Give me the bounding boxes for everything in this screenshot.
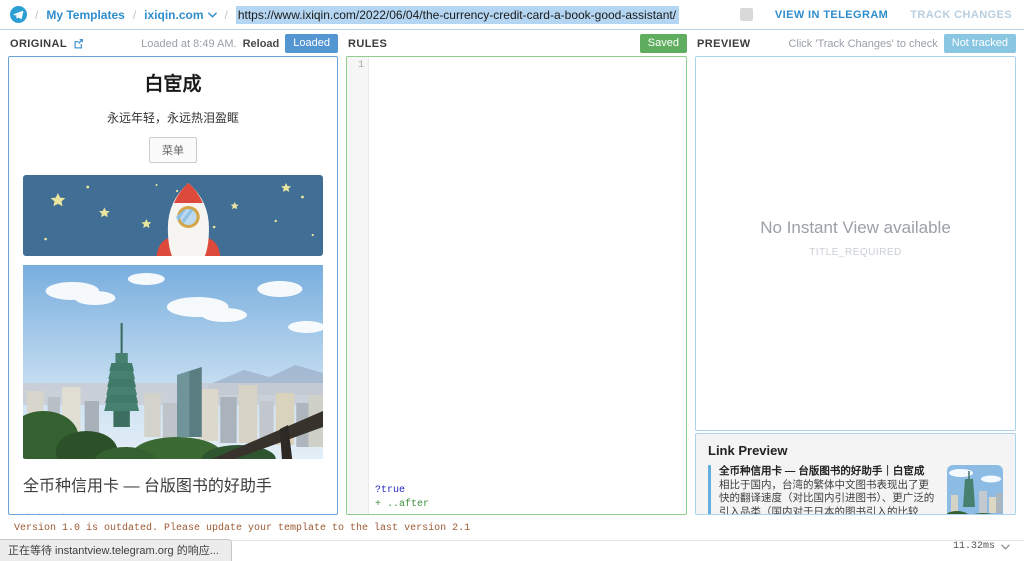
breadcrumb-separator: / bbox=[35, 8, 38, 22]
loaded-badge: Loaded bbox=[285, 34, 338, 53]
preview-title: PREVIEW bbox=[697, 38, 751, 50]
rules-editor-panel: 1 ?true + ..after bbox=[346, 56, 687, 515]
timing-indicator[interactable]: 11.32ms bbox=[953, 541, 1010, 552]
browser-status-tooltip: 正在等待 instantview.telegram.org 的响应... bbox=[0, 539, 232, 561]
chevron-down-icon bbox=[208, 12, 217, 18]
link-preview-card: 全币种信用卡 — 台版图书的好助手｜白宦成 相比于国内，台湾的繁体中文图书表现出… bbox=[708, 465, 1003, 515]
rules-column: RULES Saved 1 ?true + ..after bbox=[346, 34, 687, 515]
empty-state: No Instant View available TITLE_REQUIRED bbox=[696, 57, 1015, 430]
editor-gutter: 1 bbox=[347, 57, 369, 514]
link-preview-heading: Link Preview bbox=[708, 443, 1003, 458]
template-domain-dropdown[interactable]: ixiqin.com bbox=[144, 8, 216, 22]
glass-tower bbox=[177, 367, 202, 437]
preview-column: PREVIEW Click 'Track Changes' to check N… bbox=[695, 34, 1016, 515]
link-preview-card-excerpt: 相比于国内，台湾的繁体中文图书表现出了更快的翻译速度（对比国内引进图书）、更广泛… bbox=[719, 479, 937, 515]
original-webpage-panel[interactable]: 白宦成 永远年轻，永远热泪盈眶 菜单 bbox=[8, 56, 338, 515]
editor-layout: ORIGINAL Loaded at 8:49 AM. Reload Loade… bbox=[0, 30, 1024, 515]
top-toolbar: / My Templates / ixiqin.com / https://ww… bbox=[0, 0, 1024, 30]
breadcrumb-separator: / bbox=[225, 8, 228, 22]
link-thumbnail-image bbox=[947, 465, 1003, 515]
timing-value: 11.32ms bbox=[953, 541, 995, 552]
url-input[interactable]: https://www.ixiqin.com/2022/06/04/the-cu… bbox=[236, 6, 724, 24]
breadcrumb-domain[interactable]: ixiqin.com bbox=[144, 8, 203, 22]
code-editor[interactable]: ?true + ..after bbox=[369, 57, 686, 514]
site-menu-button[interactable]: 菜单 bbox=[149, 137, 197, 163]
link-preview-text: 全币种信用卡 — 台版图书的好助手｜白宦成 相比于国内，台湾的繁体中文图书表现出… bbox=[711, 465, 947, 515]
debug-output: ?true + ..after bbox=[375, 484, 429, 511]
city-photo-image bbox=[23, 265, 323, 459]
link-preview-section: Link Preview 全币种信用卡 — 台版图书的好助手｜白宦成 相比于国内… bbox=[695, 433, 1016, 515]
line-number: 1 bbox=[358, 60, 364, 71]
chevron-down-icon bbox=[1001, 544, 1010, 550]
external-link-icon[interactable] bbox=[73, 38, 84, 49]
breadcrumb-separator: / bbox=[133, 8, 136, 22]
saved-badge: Saved bbox=[640, 34, 687, 53]
preview-header: PREVIEW Click 'Track Changes' to check N… bbox=[695, 34, 1016, 56]
version-warning: Version 1.0 is outdated. Please update y… bbox=[0, 515, 1024, 534]
toolbar-actions: VIEW IN TELEGRAM TRACK CHANGES bbox=[740, 8, 1012, 21]
original-title: ORIGINAL bbox=[10, 38, 67, 50]
link-preview-card-title: 全币种信用卡 — 台版图书的好助手｜白宦成 bbox=[719, 465, 937, 478]
rules-title: RULES bbox=[348, 38, 387, 50]
breadcrumb-my-templates[interactable]: My Templates bbox=[46, 8, 124, 22]
breadcrumb: / My Templates / ixiqin.com / https://ww… bbox=[10, 6, 724, 24]
site-header: 白宦成 永远年轻，永远热泪盈眶 菜单 bbox=[9, 57, 337, 163]
loaded-status-text: Loaded at 8:49 AM. bbox=[141, 38, 236, 50]
site-subtitle: 永远年轻，永远热泪盈眶 bbox=[9, 109, 337, 126]
empty-state-reason: TITLE_REQUIRED bbox=[809, 247, 902, 258]
instant-view-preview-panel: No Instant View available TITLE_REQUIRED bbox=[695, 56, 1016, 431]
track-changes-hint: Click 'Track Changes' to check bbox=[788, 38, 937, 50]
empty-state-title: No Instant View available bbox=[760, 218, 951, 238]
original-header: ORIGINAL Loaded at 8:49 AM. Reload Loade… bbox=[8, 34, 338, 56]
original-column: ORIGINAL Loaded at 8:49 AM. Reload Loade… bbox=[8, 34, 338, 515]
debug-condition-line: ?true bbox=[375, 484, 429, 498]
url-selected-text: https://www.ixiqin.com/2022/06/04/the-cu… bbox=[236, 6, 679, 24]
panel-toggle-icon[interactable] bbox=[740, 8, 753, 21]
reload-button[interactable]: Reload bbox=[243, 38, 280, 50]
post-title-link[interactable]: 全币种信用卡 — 台版图书的好助手 bbox=[23, 472, 323, 496]
view-in-telegram-button[interactable]: VIEW IN TELEGRAM bbox=[775, 9, 888, 21]
debug-after-line: + ..after bbox=[375, 498, 429, 512]
site-title: 白宦成 bbox=[9, 69, 337, 96]
rocket-banner-image bbox=[23, 175, 323, 256]
telegram-logo-icon[interactable] bbox=[10, 6, 27, 23]
not-tracked-badge: Not tracked bbox=[944, 34, 1016, 53]
track-changes-button[interactable]: TRACK CHANGES bbox=[910, 9, 1012, 21]
rules-header: RULES Saved bbox=[346, 34, 687, 56]
